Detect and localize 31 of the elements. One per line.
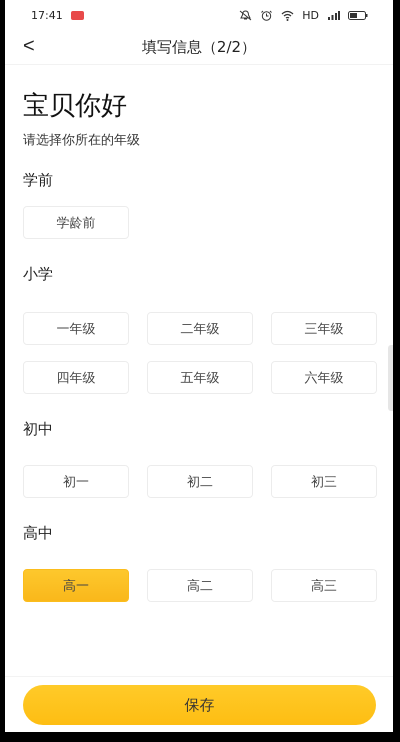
grade-option[interactable]: 五年级 <box>147 361 253 394</box>
instruction-text: 请选择你所在的年级 <box>23 132 141 149</box>
grade-option[interactable]: 初二 <box>147 465 253 498</box>
section-title: 初中 <box>23 420 54 439</box>
section-title: 小学 <box>23 265 54 284</box>
scroll-handle[interactable] <box>388 345 393 411</box>
grade-option[interactable]: 四年级 <box>23 361 129 394</box>
save-button[interactable]: 保存 <box>23 685 376 725</box>
bell-muted-icon <box>239 10 252 20</box>
grade-option[interactable]: 三年级 <box>271 312 377 345</box>
greeting-heading: 宝贝你好 <box>23 90 128 123</box>
grade-option[interactable]: 初一 <box>23 465 129 498</box>
back-button[interactable]: < <box>19 35 39 58</box>
section-title: 学前 <box>23 171 54 190</box>
grade-option[interactable]: 二年级 <box>147 312 253 345</box>
section-title: 高中 <box>23 524 54 543</box>
battery-icon <box>348 10 368 20</box>
grade-option[interactable]: 学龄前 <box>23 206 129 239</box>
grade-option[interactable]: 初三 <box>271 465 377 498</box>
page-title: 填写信息（2/2） <box>142 38 256 56</box>
grade-option[interactable]: 高二 <box>147 569 253 602</box>
grade-option[interactable]: 一年级 <box>23 312 129 345</box>
grade-option[interactable]: 六年级 <box>271 361 377 394</box>
grade-option[interactable]: 高三 <box>271 569 377 602</box>
status-time: 17:41 <box>31 8 63 22</box>
alarm-icon <box>260 10 274 20</box>
signal-icon <box>327 10 340 20</box>
network-label: HD <box>302 8 319 22</box>
recording-icon <box>70 10 84 20</box>
grade-option[interactable]: 高一 <box>23 569 129 602</box>
wifi-icon <box>281 10 294 20</box>
